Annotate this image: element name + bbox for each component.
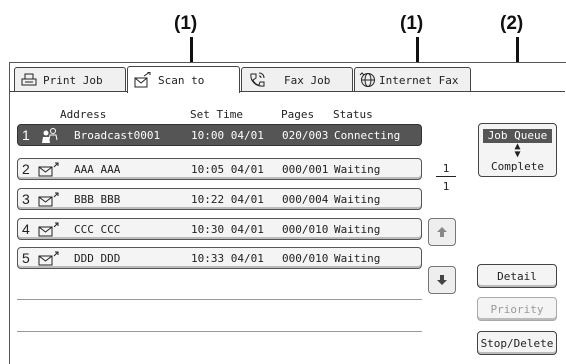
email-icon bbox=[38, 251, 59, 266]
tab-print-job-label: Print Job bbox=[43, 73, 103, 87]
arrow-up-icon bbox=[437, 227, 447, 237]
job-status: Waiting bbox=[334, 252, 381, 265]
scanner-icon bbox=[134, 72, 151, 88]
column-header-pages: Pages bbox=[281, 108, 315, 121]
tab-fax-job-label: Fax Job bbox=[284, 73, 331, 87]
job-number: 4 bbox=[22, 221, 30, 237]
column-header-set-time: Set Time bbox=[190, 108, 243, 121]
tab-fax-job[interactable]: Fax Job bbox=[241, 67, 353, 92]
job-status: Waiting bbox=[334, 193, 381, 206]
job-row-1[interactable]: 1 Broadcast0001 10:00 04/01 020/003 Conn… bbox=[17, 124, 422, 146]
tab-baseline bbox=[9, 91, 565, 92]
job-address: AAA AAA bbox=[74, 163, 121, 176]
job-row-5[interactable]: 5 DDD DDD 10:33 04/01 000/010 Waiting bbox=[17, 247, 422, 269]
tab-internet-fax-label: Internet Fax bbox=[379, 73, 459, 87]
phone-icon bbox=[250, 72, 265, 87]
column-header-address: Address bbox=[60, 108, 107, 121]
job-address: BBB BBB bbox=[74, 193, 121, 206]
job-queue-complete-toggle[interactable]: Job Queue ▲ ▼ Complete bbox=[478, 123, 557, 177]
job-pages: 000/010 bbox=[282, 252, 329, 265]
email-icon bbox=[38, 162, 59, 177]
job-set-time: 10:30 04/01 bbox=[191, 223, 264, 236]
job-set-time: 10:33 04/01 bbox=[191, 252, 264, 265]
up-down-arrows-icon: ▲ ▼ bbox=[514, 141, 521, 160]
job-row-4[interactable]: 4 CCC CCC 10:30 04/01 000/010 Waiting bbox=[17, 218, 422, 240]
printer-icon bbox=[21, 73, 37, 86]
scroll-down-button[interactable] bbox=[428, 266, 456, 294]
job-pages: 000/010 bbox=[282, 223, 329, 236]
email-icon bbox=[38, 192, 59, 207]
job-row-3[interactable]: 3 BBB BBB 10:22 04/01 000/004 Waiting bbox=[17, 188, 422, 210]
job-number: 3 bbox=[22, 191, 30, 207]
email-icon bbox=[38, 222, 59, 237]
job-address: Broadcast0001 bbox=[74, 129, 161, 142]
page-total: 1 bbox=[442, 180, 450, 193]
job-status: Waiting bbox=[334, 223, 381, 236]
job-number: 2 bbox=[22, 161, 30, 177]
empty-row-divider bbox=[17, 299, 422, 300]
scroll-up-button[interactable] bbox=[428, 218, 456, 246]
broadcast-icon bbox=[42, 128, 58, 143]
job-address: DDD DDD bbox=[74, 252, 121, 265]
tab-print-job[interactable]: Print Job bbox=[14, 67, 126, 92]
globe-phone-icon bbox=[359, 72, 375, 87]
job-set-time: 10:05 04/01 bbox=[191, 163, 264, 176]
tab-scan-to[interactable]: Scan to bbox=[127, 66, 240, 93]
job-number: 1 bbox=[22, 127, 30, 143]
callout-job-queue: (2) bbox=[500, 13, 524, 34]
tab-internet-fax[interactable]: Internet Fax bbox=[354, 67, 471, 92]
job-set-time: 10:22 04/01 bbox=[191, 193, 264, 206]
job-pages: 000/001 bbox=[282, 163, 329, 176]
job-address: CCC CCC bbox=[74, 223, 121, 236]
tab-scan-to-label: Scan to bbox=[158, 73, 205, 87]
job-status: Waiting bbox=[334, 163, 381, 176]
job-pages: 000/004 bbox=[282, 193, 329, 206]
job-pages: 020/003 bbox=[282, 129, 329, 142]
page-current: 1 bbox=[442, 162, 450, 175]
complete-option[interactable]: Complete bbox=[479, 160, 556, 173]
job-row-2[interactable]: 2 AAA AAA 10:05 04/01 000/001 Waiting bbox=[17, 158, 422, 180]
job-status: Connecting bbox=[334, 129, 401, 142]
detail-button[interactable]: Detail bbox=[477, 264, 557, 288]
arrow-down-icon bbox=[437, 275, 447, 285]
job-set-time: 10:00 04/01 bbox=[191, 129, 264, 142]
job-number: 5 bbox=[22, 250, 30, 266]
callout-tabs-left: (1) bbox=[174, 13, 198, 34]
priority-button[interactable]: Priority bbox=[477, 297, 557, 321]
empty-row-divider bbox=[17, 331, 422, 332]
stop-delete-button[interactable]: Stop/Delete bbox=[477, 331, 557, 355]
page-divider bbox=[436, 176, 456, 177]
callout-tabs-right: (1) bbox=[400, 13, 424, 34]
column-header-status: Status bbox=[333, 108, 373, 121]
